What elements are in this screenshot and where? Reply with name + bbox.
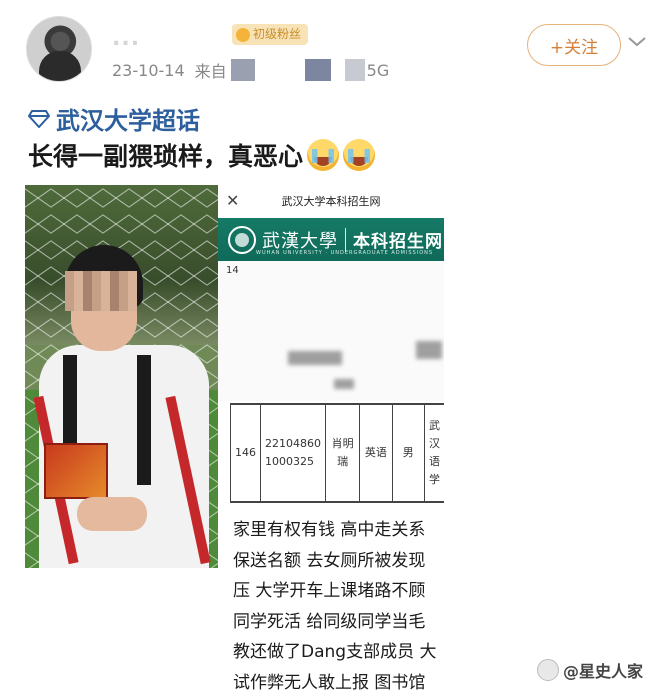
watermark-avatar-icon	[537, 659, 559, 681]
redaction-block	[230, 59, 255, 81]
photo-strap	[137, 355, 151, 485]
table-cell-gender: 男	[391, 403, 425, 503]
crying-emoji-icon	[343, 139, 376, 171]
banner-text: 武漢大學 本科招生网	[262, 227, 443, 253]
document-body-text: 家里有权有钱 高中走关系 保送名额 去女厕所被发现 压 大学开车上课堵路不顾 同…	[233, 515, 444, 695]
watermark-text: @星史人家	[563, 662, 644, 681]
banner-cursive: 武漢大學	[262, 230, 338, 252]
table-row: 146 22104860 1000325 肖明瑞 英语 男 武汉语学	[230, 403, 444, 503]
topic-link[interactable]: 武汉大学超话	[28, 101, 200, 136]
body-line: 试作弊无人敢上报 图书馆	[233, 672, 426, 693]
crying-emoji-icon	[307, 139, 340, 171]
fan-level-icon	[236, 27, 250, 42]
diamond-icon	[28, 109, 50, 128]
body-line: 家里有权有钱 高中走关系	[233, 520, 426, 540]
smudge	[334, 379, 354, 389]
admissions-banner: 武漢大學 本科招生网 WUHAN UNIVERSITY · UNDERGRADU…	[218, 218, 444, 261]
banner-subtitle: WUHAN UNIVERSITY · UNDERGRADUATE ADMISSI…	[256, 250, 434, 256]
follow-button[interactable]: +关注	[527, 24, 621, 66]
body-line: 压 大学开车上课堵路不顾	[233, 581, 426, 601]
redaction-block	[258, 59, 291, 81]
photo-book	[44, 443, 108, 499]
body-line: 保送名额 去女厕所被发现	[233, 550, 426, 571]
post-photo[interactable]	[25, 185, 218, 568]
fan-badge-label: 初级粉丝	[253, 27, 302, 41]
topic-label: 武汉大学超话	[56, 107, 200, 135]
table-cell-index: 146	[230, 403, 261, 503]
post-text: 长得一副猥琐样，真恶心	[28, 137, 376, 173]
table-cell-id: 22104860 1000325	[260, 403, 326, 503]
avatar[interactable]	[26, 16, 92, 82]
username[interactable]: ...	[112, 26, 140, 51]
mosaic-blur	[65, 271, 137, 311]
document-title: 武汉大学本科招生网	[281, 195, 381, 208]
admission-table: 146 22104860 1000325 肖明瑞 英语 男 武汉语学	[230, 403, 444, 503]
table-cell-name: 肖明瑞	[324, 403, 360, 503]
document-titlebar: ✕ 武汉大学本科招生网	[218, 185, 444, 218]
smudge	[288, 351, 342, 365]
smudge	[416, 341, 442, 359]
post-header: ... 初级粉丝 23-10-14 来自 5G +关注	[0, 0, 664, 95]
university-logo-icon	[228, 225, 256, 254]
post-meta: 23-10-14 来自 5G	[112, 58, 389, 82]
banner-divider	[345, 227, 346, 252]
scribbled-area: 14	[218, 261, 444, 401]
close-icon[interactable]: ✕	[226, 185, 239, 216]
fan-badge[interactable]: 初级粉丝	[232, 24, 309, 45]
body-line: 同学死活 给同级同学当毛	[233, 611, 426, 632]
post-date: 23-10-14	[112, 60, 185, 80]
redaction-block	[304, 59, 331, 81]
table-cell-school: 武汉语学	[424, 403, 444, 503]
chevron-down-icon[interactable]	[626, 30, 648, 52]
watermark: @星史人家	[537, 658, 643, 682]
table-cell-subject: 英语	[359, 403, 393, 503]
document-screenshot[interactable]: ✕ 武汉大学本科招生网 武漢大學 本科招生网 WUHAN UNIVERSITY …	[218, 185, 444, 695]
row-number: 14	[226, 265, 239, 276]
post-source-device: 5G	[366, 60, 390, 80]
banner-title: 本科招生网	[353, 232, 443, 252]
post-source-label: 来自	[194, 62, 227, 81]
photo-hands	[77, 497, 147, 531]
redaction-block	[344, 59, 365, 81]
body-line: 教还做了Dang支部成员 大	[233, 642, 437, 662]
post-text-content: 长得一副猥琐样，真恶心	[28, 142, 304, 171]
